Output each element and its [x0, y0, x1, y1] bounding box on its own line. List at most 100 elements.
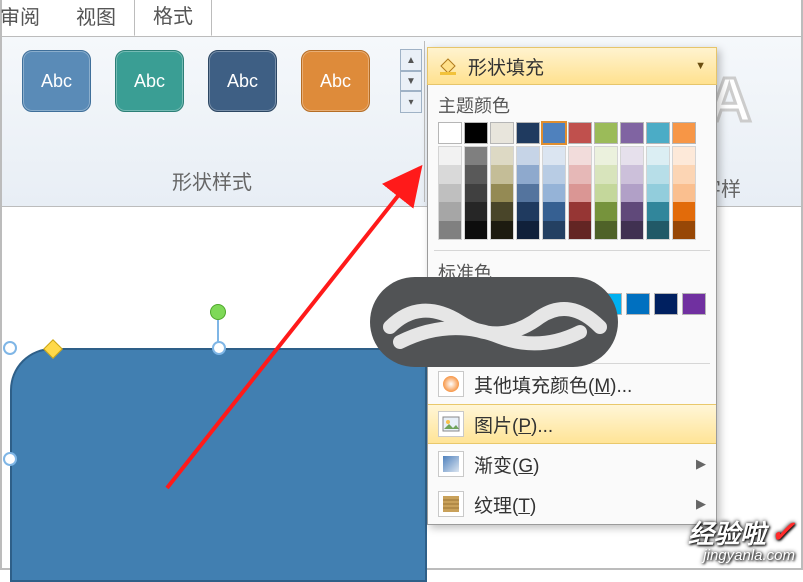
resize-handle[interactable]: [3, 341, 17, 355]
color-swatch[interactable]: [646, 221, 670, 240]
gallery-more-button[interactable]: ▾: [400, 91, 422, 113]
color-swatch[interactable]: [542, 122, 566, 144]
color-swatch[interactable]: [646, 146, 670, 165]
color-swatch[interactable]: [438, 122, 462, 144]
color-swatch[interactable]: [516, 146, 540, 165]
shape-fill-button[interactable]: 形状填充 ▼: [427, 47, 717, 85]
annotation-redaction: [370, 277, 618, 367]
submenu-arrow-icon: ▶: [696, 456, 706, 472]
color-swatch[interactable]: [672, 221, 696, 240]
shape-style-preset[interactable]: Abc: [208, 50, 277, 112]
color-swatch[interactable]: [568, 202, 592, 220]
color-swatch[interactable]: [490, 146, 514, 165]
gradient-fill-item[interactable]: 渐变(G) ▶: [428, 444, 716, 484]
color-swatch[interactable]: [620, 184, 644, 202]
color-swatch[interactable]: [594, 165, 618, 183]
color-swatch[interactable]: [516, 184, 540, 202]
color-swatch[interactable]: [542, 221, 566, 240]
color-swatch[interactable]: [594, 184, 618, 202]
color-swatch[interactable]: [568, 221, 592, 240]
shape-style-preset[interactable]: Abc: [22, 50, 91, 112]
color-swatch[interactable]: [672, 184, 696, 202]
color-swatch[interactable]: [672, 146, 696, 165]
tab-format[interactable]: 格式: [134, 0, 212, 36]
color-swatch[interactable]: [438, 146, 462, 165]
ribbon-tabs: 审阅 视图 格式: [0, 0, 212, 36]
menu-label: 渐变(G): [474, 451, 539, 478]
picture-fill-item[interactable]: 图片(P)...: [428, 404, 716, 444]
tab-review[interactable]: 审阅: [0, 0, 58, 36]
color-swatch[interactable]: [594, 221, 618, 240]
paint-bucket-icon: [436, 54, 460, 78]
color-swatch[interactable]: [646, 202, 670, 220]
menu-label: 纹理(T): [474, 491, 536, 518]
color-swatch[interactable]: [594, 122, 618, 144]
color-swatch[interactable]: [542, 202, 566, 220]
selected-shape[interactable]: [2, 342, 427, 582]
color-swatch[interactable]: [542, 165, 566, 183]
color-swatch[interactable]: [438, 165, 462, 183]
rotate-handle[interactable]: [210, 304, 226, 320]
color-swatch[interactable]: [464, 165, 488, 183]
color-swatch[interactable]: [594, 202, 618, 220]
color-swatch[interactable]: [464, 122, 488, 144]
color-swatch[interactable]: [516, 122, 540, 144]
theme-color-shades: [438, 146, 706, 240]
color-swatch[interactable]: [568, 122, 592, 144]
color-swatch[interactable]: [672, 202, 696, 220]
color-swatch[interactable]: [464, 184, 488, 202]
color-swatch[interactable]: [438, 221, 462, 240]
color-swatch[interactable]: [490, 165, 514, 183]
watermark: 经验啦✓ jingyanla.com: [688, 514, 795, 564]
color-swatch[interactable]: [464, 202, 488, 220]
color-swatch[interactable]: [516, 202, 540, 220]
gallery-down-button[interactable]: ▼: [400, 71, 422, 91]
color-swatch[interactable]: [490, 221, 514, 240]
color-swatch[interactable]: [490, 202, 514, 220]
tab-view[interactable]: 视图: [58, 0, 134, 36]
theme-color-row: [438, 122, 706, 144]
color-swatch[interactable]: [542, 184, 566, 202]
color-swatch[interactable]: [594, 146, 618, 165]
shape-styles-group: Abc Abc Abc Abc ▲ ▼ ▾ 形状样式: [2, 49, 422, 199]
resize-handle[interactable]: [3, 452, 17, 466]
texture-icon: [438, 491, 464, 517]
submenu-arrow-icon: ▶: [696, 496, 706, 512]
shape-style-preset[interactable]: Abc: [115, 50, 184, 112]
color-swatch[interactable]: [626, 293, 650, 315]
texture-fill-item[interactable]: 纹理(T) ▶: [428, 484, 716, 524]
color-swatch[interactable]: [438, 184, 462, 202]
color-swatch[interactable]: [620, 146, 644, 165]
color-swatch[interactable]: [490, 184, 514, 202]
gradient-icon: [438, 451, 464, 477]
color-swatch[interactable]: [620, 122, 644, 144]
color-swatch[interactable]: [542, 146, 566, 165]
color-swatch[interactable]: [438, 202, 462, 220]
color-swatch[interactable]: [620, 202, 644, 220]
color-swatch[interactable]: [646, 184, 670, 202]
color-swatch[interactable]: [464, 221, 488, 240]
color-swatch[interactable]: [672, 122, 696, 144]
more-fill-colors-item[interactable]: 其他填充颜色(M)...: [428, 364, 716, 404]
theme-colors-label: 主题颜色: [428, 84, 716, 122]
picture-icon: [438, 411, 464, 437]
color-swatch[interactable]: [568, 146, 592, 165]
color-swatch[interactable]: [646, 165, 670, 183]
color-swatch[interactable]: [464, 146, 488, 165]
color-swatch[interactable]: [620, 221, 644, 240]
color-swatch[interactable]: [490, 122, 514, 144]
color-swatch[interactable]: [516, 221, 540, 240]
color-swatch[interactable]: [654, 293, 678, 315]
style-gallery-scroll: ▲ ▼ ▾: [400, 49, 422, 113]
menu-label: 图片(P)...: [474, 411, 553, 438]
resize-handle[interactable]: [212, 341, 226, 355]
color-swatch[interactable]: [672, 165, 696, 183]
color-swatch[interactable]: [682, 293, 706, 315]
color-swatch[interactable]: [568, 184, 592, 202]
shape-style-preset[interactable]: Abc: [301, 50, 370, 112]
gallery-up-button[interactable]: ▲: [400, 49, 422, 71]
color-swatch[interactable]: [568, 165, 592, 183]
color-swatch[interactable]: [620, 165, 644, 183]
color-swatch[interactable]: [516, 165, 540, 183]
color-swatch[interactable]: [646, 122, 670, 144]
